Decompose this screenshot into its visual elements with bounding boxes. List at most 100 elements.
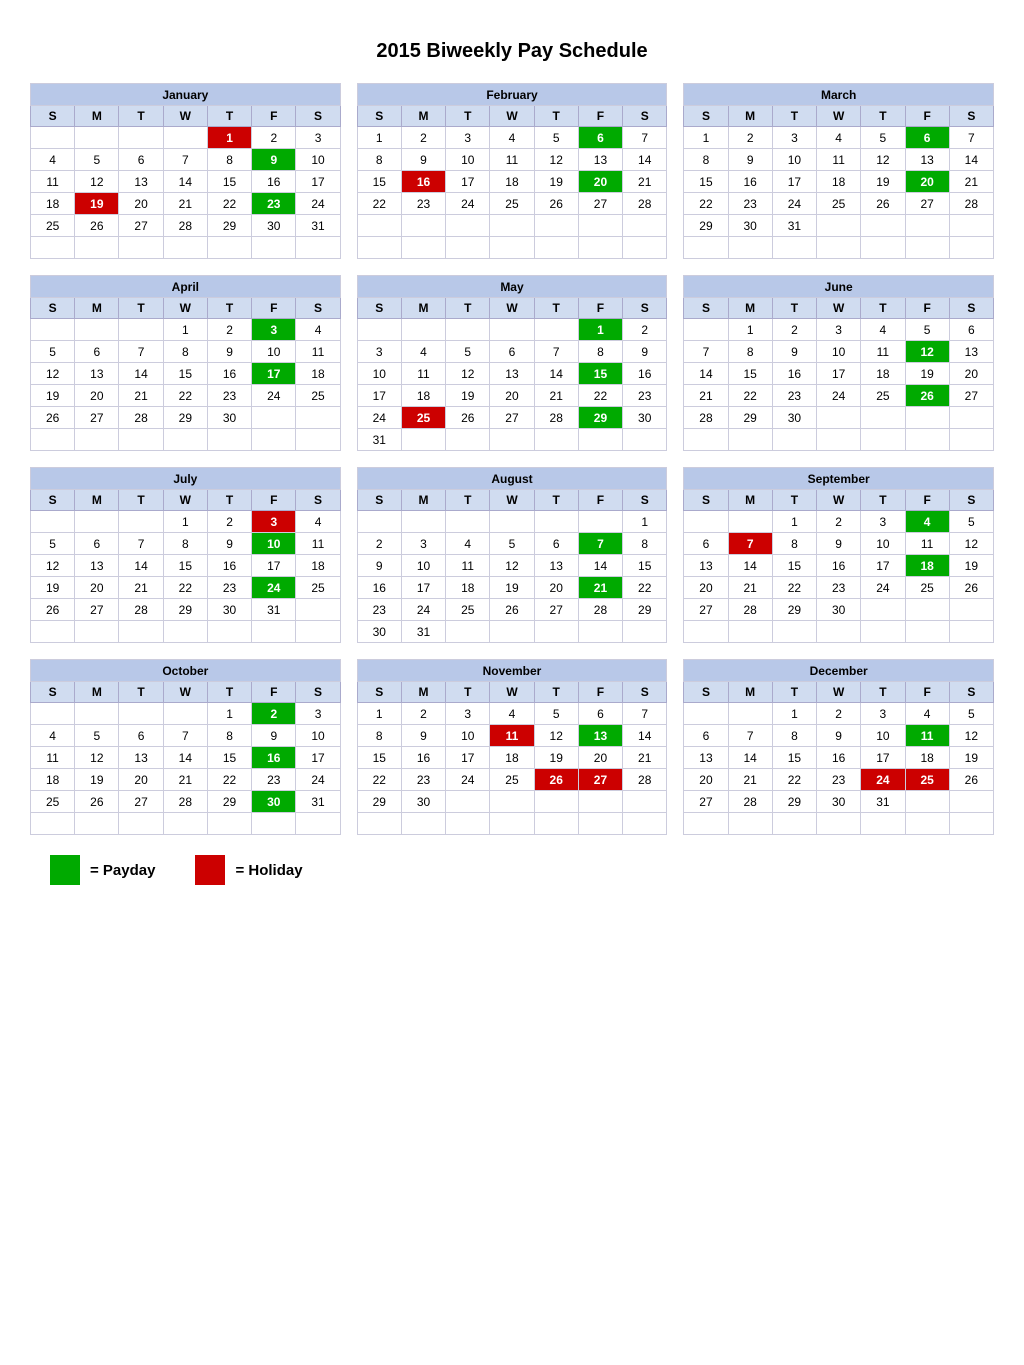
day-cell (401, 813, 445, 835)
calendar-row: OctoberSMTWTFS12345678910111213141516171… (30, 659, 994, 835)
day-cell: 22 (207, 193, 251, 215)
day-cell (949, 813, 993, 835)
week-row: 1234 (31, 319, 341, 341)
day-cell: 26 (31, 599, 75, 621)
day-cell: 30 (207, 599, 251, 621)
day-header: S (357, 682, 401, 703)
day-cell: 28 (728, 599, 772, 621)
day-cell: 22 (207, 769, 251, 791)
day-cell: 2 (817, 511, 861, 533)
day-header: F (578, 106, 622, 127)
day-cell: 10 (252, 341, 296, 363)
day-header: F (905, 490, 949, 511)
day-cell: 9 (252, 149, 296, 171)
day-cell (684, 813, 728, 835)
day-cell: 20 (119, 193, 163, 215)
day-cell: 23 (817, 577, 861, 599)
week-row: 22232425262728 (357, 769, 667, 791)
day-cell: 7 (623, 703, 667, 725)
day-cell (75, 703, 119, 725)
week-row: 11121314151617 (31, 171, 341, 193)
day-header: M (401, 106, 445, 127)
day-cell: 8 (772, 725, 816, 747)
day-cell: 27 (578, 193, 622, 215)
day-cell (357, 813, 401, 835)
day-cell: 22 (357, 193, 401, 215)
day-cell: 9 (401, 725, 445, 747)
day-header: S (623, 106, 667, 127)
day-cell (949, 791, 993, 813)
day-cell (296, 407, 340, 429)
day-cell: 1 (163, 319, 207, 341)
day-cell (119, 237, 163, 259)
week-row (357, 215, 667, 237)
day-cell: 10 (861, 725, 905, 747)
day-cell: 26 (861, 193, 905, 215)
day-cell (534, 813, 578, 835)
day-header: S (684, 490, 728, 511)
day-cell: 29 (772, 599, 816, 621)
day-cell: 8 (207, 149, 251, 171)
day-cell: 25 (31, 215, 75, 237)
day-cell (401, 429, 445, 451)
day-cell: 10 (252, 533, 296, 555)
day-cell: 5 (861, 127, 905, 149)
day-cell: 26 (75, 791, 119, 813)
day-cell: 18 (490, 171, 534, 193)
day-cell: 19 (446, 385, 490, 407)
day-cell: 8 (357, 149, 401, 171)
week-row (31, 429, 341, 451)
day-header: T (772, 298, 816, 319)
month-name: November (357, 660, 667, 682)
day-cell: 22 (357, 769, 401, 791)
day-cell: 30 (772, 407, 816, 429)
day-header: F (578, 298, 622, 319)
day-cell: 14 (728, 555, 772, 577)
holiday-label: = Holiday (235, 862, 302, 879)
month-name: July (31, 468, 341, 490)
day-cell: 18 (31, 193, 75, 215)
day-cell (296, 429, 340, 451)
day-cell: 30 (623, 407, 667, 429)
week-row: 1234567 (684, 127, 994, 149)
day-cell (817, 813, 861, 835)
week-row: 45678910 (31, 725, 341, 747)
day-cell: 4 (31, 725, 75, 747)
day-cell: 21 (119, 385, 163, 407)
day-cell: 14 (578, 555, 622, 577)
day-cell: 22 (578, 385, 622, 407)
day-cell: 18 (905, 555, 949, 577)
day-header: T (861, 490, 905, 511)
day-cell: 4 (296, 511, 340, 533)
day-cell (949, 621, 993, 643)
day-cell: 10 (817, 341, 861, 363)
day-cell: 12 (31, 363, 75, 385)
week-row: 9101112131415 (357, 555, 667, 577)
day-cell: 11 (817, 149, 861, 171)
day-cell: 5 (31, 533, 75, 555)
day-cell (684, 511, 728, 533)
month-name: December (684, 660, 994, 682)
day-cell (401, 319, 445, 341)
day-cell: 21 (534, 385, 578, 407)
day-cell: 7 (623, 127, 667, 149)
day-cell: 14 (728, 747, 772, 769)
day-cell: 23 (207, 577, 251, 599)
day-cell: 24 (772, 193, 816, 215)
day-cell: 15 (728, 363, 772, 385)
day-cell: 28 (684, 407, 728, 429)
day-cell: 25 (296, 385, 340, 407)
day-cell (578, 215, 622, 237)
day-cell: 28 (119, 599, 163, 621)
week-row: 19202122232425 (31, 577, 341, 599)
day-header: W (817, 490, 861, 511)
day-cell (817, 429, 861, 451)
week-row: 23242526272829 (357, 599, 667, 621)
day-cell: 6 (684, 725, 728, 747)
day-cell (163, 813, 207, 835)
day-header: S (949, 682, 993, 703)
day-header: S (357, 490, 401, 511)
day-header: M (728, 682, 772, 703)
day-header: T (446, 682, 490, 703)
day-cell (252, 621, 296, 643)
